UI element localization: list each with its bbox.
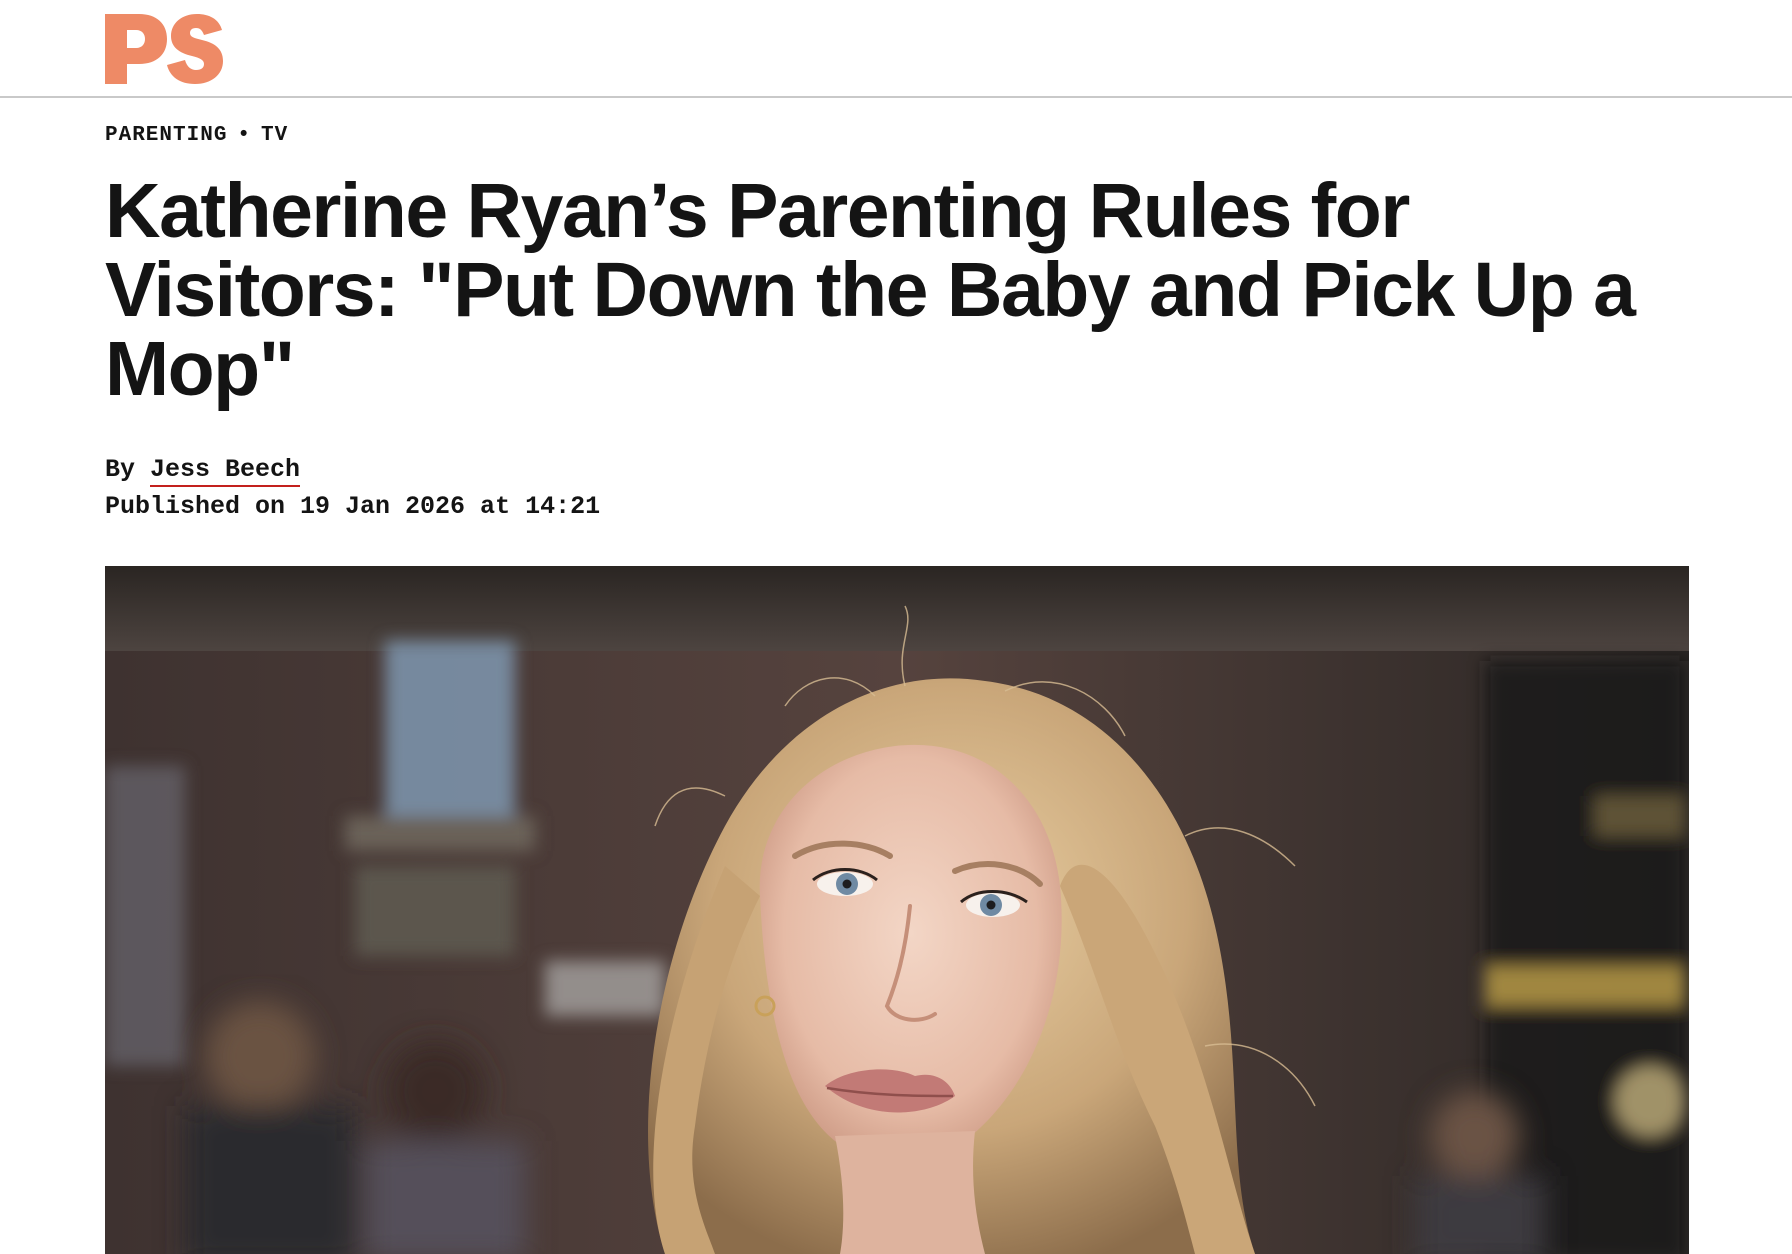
author-link[interactable]: Jess Beech [150,455,301,487]
category-link-tv[interactable]: TV [261,124,288,147]
byline: By Jess Beech [105,452,301,488]
site-header: PS [0,0,1792,98]
hero-photo-illustration [105,566,1689,1254]
category-link-parenting[interactable]: PARENTING [105,124,227,147]
category-separator: • [237,124,252,147]
article-categories: PARENTING • TV [105,124,288,147]
ps-logo [105,14,223,84]
article-headline: Katherine Ryan’s Parenting Rules for Vis… [105,168,1636,412]
byline-prefix: By [105,455,136,484]
published-date: Published on 19 Jan 2026 at 14:21 [105,492,601,521]
hero-image [105,566,1689,1254]
